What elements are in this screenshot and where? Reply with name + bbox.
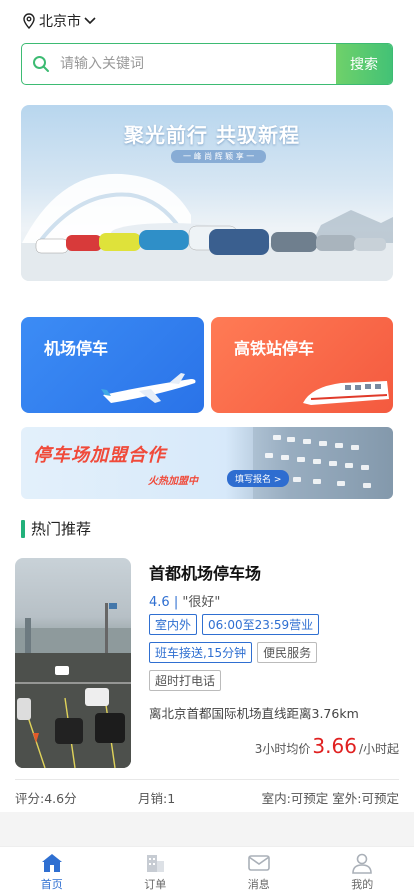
tag-overtime-call: 超时打电话 bbox=[149, 670, 222, 691]
stat-availability: 室内:可预定 室外:可预定 bbox=[261, 791, 399, 806]
parking-lot-price: 3小时均价 3.66 /小时起 bbox=[255, 734, 399, 758]
location-pin-icon bbox=[23, 13, 35, 29]
search-bar: 搜索 bbox=[21, 43, 393, 85]
parking-lot-photo[interactable] bbox=[15, 558, 131, 768]
home-icon bbox=[41, 854, 62, 872]
banner-subline: 一 峰 尚 辉 颖 享 一 bbox=[171, 150, 267, 163]
user-icon bbox=[352, 853, 373, 874]
search-input[interactable] bbox=[60, 44, 336, 84]
content-spacer bbox=[0, 812, 414, 846]
parking-lot-illustration bbox=[253, 427, 393, 499]
parking-lot-rating: 4.6 | "很好" bbox=[149, 591, 220, 610]
promo-banner[interactable]: 聚光前行 共驭新程 一 峰 尚 辉 颖 享 一 bbox=[21, 105, 393, 281]
tab-messages[interactable]: 消息 bbox=[207, 847, 311, 895]
tab-orders-label: 订单 bbox=[144, 878, 167, 891]
rating-separator: | bbox=[173, 595, 179, 610]
search-button[interactable]: 搜索 bbox=[336, 44, 392, 84]
train-station-parking-label: 高铁站停车 bbox=[234, 339, 315, 358]
tag-business-hours: 06:00至23:59营业 bbox=[202, 614, 320, 635]
train-icon bbox=[303, 381, 389, 405]
section-header: 热门推荐 bbox=[21, 518, 91, 539]
parking-lot-photo-illustration bbox=[15, 603, 131, 768]
banner-headline: 聚光前行 共驭新程 bbox=[124, 123, 300, 147]
bottom-tab-bar: 首页 订单 消息 我的 bbox=[0, 846, 414, 895]
tag-row-3: 超时打电话 bbox=[149, 670, 399, 691]
join-signup-button[interactable]: 填写报名 > bbox=[227, 470, 290, 487]
rating-value: 4.6 bbox=[149, 595, 170, 610]
tab-home[interactable]: 首页 bbox=[0, 847, 104, 895]
tab-profile-label: 我的 bbox=[351, 878, 374, 891]
stat-score: 评分:4.6分 bbox=[15, 791, 77, 806]
mail-icon bbox=[247, 855, 270, 871]
section-title: 热门推荐 bbox=[31, 520, 92, 538]
tag-convenience: 便民服务 bbox=[257, 642, 318, 663]
join-banner[interactable]: 停车场加盟合作 火热加盟中 填写报名 > bbox=[21, 427, 393, 499]
tag-indoor-outdoor: 室内外 bbox=[149, 614, 198, 635]
tag-row-1: 室内外 06:00至23:59营业 bbox=[149, 614, 399, 635]
price-suffix: /小时起 bbox=[358, 742, 399, 756]
city-name: 北京市 bbox=[39, 14, 81, 30]
parking-lot-name[interactable]: 首都机场停车场 bbox=[149, 560, 261, 584]
airport-parking-label: 机场停车 bbox=[44, 339, 109, 358]
tag-row-2: 班车接送,15分钟 便民服务 bbox=[149, 642, 399, 663]
stat-monthly-sales: 月销:1 bbox=[138, 791, 176, 806]
section-accent-bar bbox=[21, 519, 25, 538]
train-station-parking-card[interactable]: 高铁站停车 bbox=[211, 317, 393, 413]
building-icon bbox=[147, 855, 165, 872]
rating-comment: "很好" bbox=[182, 595, 221, 610]
price-value: 3.66 bbox=[312, 734, 357, 758]
location-selector[interactable]: 北京市 bbox=[22, 11, 99, 31]
tab-messages-label: 消息 bbox=[247, 878, 270, 891]
airplane-icon bbox=[101, 373, 196, 403]
airport-parking-card[interactable]: 机场停车 bbox=[21, 317, 204, 413]
parking-lot-distance: 离北京首都国际机场直线距离3.76km bbox=[149, 706, 359, 721]
tag-shuttle: 班车接送,15分钟 bbox=[149, 642, 253, 663]
price-prefix: 3小时均价 bbox=[254, 742, 311, 756]
chevron-down-icon bbox=[84, 17, 96, 25]
join-title: 停车场加盟合作 bbox=[33, 445, 166, 466]
tab-orders[interactable]: 订单 bbox=[104, 847, 208, 895]
tab-home-label: 首页 bbox=[40, 878, 63, 891]
tab-profile[interactable]: 我的 bbox=[311, 847, 414, 895]
search-icon bbox=[22, 44, 60, 84]
join-slogan: 火热加盟中 bbox=[148, 476, 198, 487]
parking-lot-stats: 评分:4.6分 月销:1 室内:可预定 室外:可预定 bbox=[15, 779, 399, 806]
